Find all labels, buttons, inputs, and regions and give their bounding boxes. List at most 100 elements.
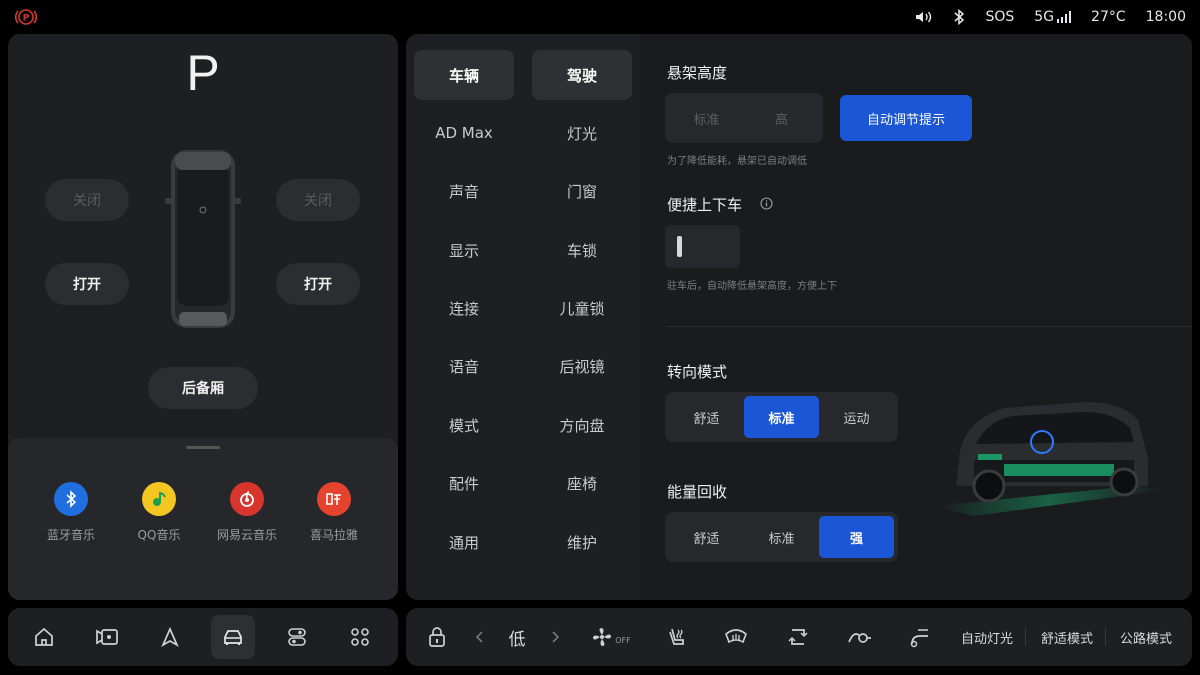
nav-item-accessories[interactable]: 配件: [414, 459, 514, 509]
steering-mode-title: 转向模式: [667, 363, 728, 381]
nav-item-steering-wheel[interactable]: 方向盘: [532, 400, 632, 450]
gear-indicator: P: [186, 45, 220, 101]
app-label: 蓝牙音乐: [46, 528, 95, 542]
media-sources: 蓝牙音乐 QQ音乐 网易云音乐 喜马拉雅: [8, 438, 398, 600]
nav-item-lights[interactable]: 灯光: [532, 108, 632, 158]
nav-item-voice[interactable]: 语音: [414, 342, 514, 392]
ximalaya-icon: [317, 482, 351, 516]
seat-heating-icon[interactable]: [664, 608, 690, 666]
svg-text:P: P: [23, 14, 30, 24]
steering-heat-icon[interactable]: [844, 608, 874, 666]
settings-panel: 车辆 AD Max 声音 显示 连接 语音 模式 配件 通用 驾驶 灯光 门窗 …: [406, 34, 1192, 600]
regen-option-comfort[interactable]: 舒适: [669, 516, 744, 558]
status-bar: P SOS 5G 27°C 18:00: [0, 0, 1200, 34]
nav-item-general[interactable]: 通用: [414, 517, 514, 567]
suspension-title: 悬架高度: [667, 64, 728, 82]
nav-item-mode[interactable]: 模式: [414, 400, 514, 450]
section-divider: [665, 326, 1192, 327]
steering-option-comfort[interactable]: 舒适: [669, 396, 744, 438]
bottom-dock: [8, 608, 398, 666]
climate-controls-bar: 低 OFF 自动灯光 舒适模式 公路模式: [406, 608, 1192, 666]
app-label: 喜马拉雅: [309, 528, 358, 542]
nav-item-doors-windows[interactable]: 门窗: [532, 167, 632, 217]
network-label: 5G: [1034, 9, 1055, 25]
bluetooth-icon: [54, 482, 88, 516]
suspension-option-standard[interactable]: 标准: [669, 97, 744, 139]
apps-grid-icon[interactable]: [338, 615, 382, 659]
easy-entry-toggle[interactable]: [665, 225, 740, 268]
left-upper-close-button[interactable]: 关闭: [45, 179, 129, 221]
road-mode-button[interactable]: 公路模式: [1115, 608, 1177, 666]
nav-item-locks[interactable]: 车锁: [532, 225, 632, 275]
separator: [1105, 628, 1106, 646]
nav-item-sound[interactable]: 声音: [414, 167, 514, 217]
drawer-handle[interactable]: [186, 446, 220, 449]
regen-option-strong[interactable]: 强: [819, 516, 894, 558]
qq-music-icon: [142, 482, 176, 516]
app-label: QQ音乐: [137, 528, 181, 542]
suspension-hint: 为了降低能耗，悬架已自动调低: [667, 156, 807, 167]
volume-icon[interactable]: [915, 10, 933, 24]
app-label: 网易云音乐: [216, 528, 277, 542]
temperature: 27°C: [1091, 9, 1126, 25]
fan-increase-chevron-right-icon[interactable]: [547, 608, 563, 666]
right-open-button[interactable]: 打开: [276, 263, 360, 305]
ximalaya-app[interactable]: 喜马拉雅: [289, 482, 379, 543]
easy-entry-hint: 驻车后，自动降低悬架高度，方便上下: [667, 281, 837, 292]
steering-mode-selector: 舒适 标准 运动: [665, 392, 898, 442]
trunk-button[interactable]: 后备厢: [148, 367, 258, 409]
recirculation-icon[interactable]: [784, 608, 812, 666]
settings-nav-primary: 车辆 AD Max 声音 显示 连接 语音 模式 配件 通用: [414, 50, 514, 576]
camera-icon[interactable]: [85, 615, 129, 659]
energy-recovery-title: 能量回收: [667, 483, 728, 501]
steering-option-sport[interactable]: 运动: [819, 396, 894, 438]
fan-decrease-chevron-left-icon[interactable]: [472, 608, 488, 666]
lock-icon[interactable]: [424, 608, 450, 666]
left-open-button[interactable]: 打开: [45, 263, 129, 305]
nav-item-driving[interactable]: 驾驶: [532, 50, 632, 100]
nav-item-vehicle[interactable]: 车辆: [414, 50, 514, 100]
comfort-mode-button[interactable]: 舒适模式: [1036, 608, 1098, 666]
car-top-view-icon: [165, 150, 241, 328]
bluetooth-icon[interactable]: [953, 9, 965, 25]
netease-music-app[interactable]: 网易云音乐: [202, 482, 292, 543]
parking-brake-icon: P: [15, 9, 37, 25]
nav-item-mirrors[interactable]: 后视镜: [532, 342, 632, 392]
toggle-knob: [677, 236, 682, 257]
nav-item-connect[interactable]: 连接: [414, 284, 514, 334]
signal-icon: [1057, 11, 1072, 23]
right-upper-close-button[interactable]: 关闭: [276, 179, 360, 221]
suspension-option-high[interactable]: 高: [744, 97, 819, 139]
nav-item-maintenance[interactable]: 维护: [532, 517, 632, 567]
clock: 18:00: [1145, 9, 1186, 25]
easy-entry-title: 便捷上下车: [667, 196, 743, 214]
separator: [1025, 628, 1026, 646]
front-defrost-icon[interactable]: [722, 608, 750, 666]
vehicle-illustration: [934, 402, 1166, 516]
wiper-icon[interactable]: [905, 608, 935, 666]
suspension-height-selector: 标准 高: [665, 93, 823, 143]
network-indicator: 5G: [1034, 9, 1072, 25]
steering-option-standard[interactable]: 标准: [744, 396, 819, 438]
regen-option-standard[interactable]: 标准: [744, 516, 819, 558]
energy-recovery-selector: 舒适 标准 强: [665, 512, 898, 562]
vehicle-panel: P 关闭 关闭 打开 打开 后备厢 蓝牙音乐 QQ音乐 网易云音乐 喜马拉雅: [8, 34, 398, 600]
info-icon[interactable]: [760, 197, 773, 210]
nav-item-seats[interactable]: 座椅: [532, 459, 632, 509]
bluetooth-music-app[interactable]: 蓝牙音乐: [26, 482, 116, 543]
toggle-icon[interactable]: [275, 615, 319, 659]
navigation-icon[interactable]: [148, 615, 192, 659]
nav-item-ad-max[interactable]: AD Max: [414, 108, 514, 158]
car-icon[interactable]: [211, 615, 255, 659]
fan-icon: [593, 628, 612, 646]
fan-off-button[interactable]: OFF: [586, 608, 636, 666]
netease-music-icon: [230, 482, 264, 516]
sos-button[interactable]: SOS: [985, 9, 1014, 25]
nav-item-child-lock[interactable]: 儿童锁: [532, 284, 632, 334]
qq-music-app[interactable]: QQ音乐: [114, 482, 204, 543]
fan-level-label: 低: [508, 629, 526, 650]
home-icon[interactable]: [22, 615, 66, 659]
nav-item-display[interactable]: 显示: [414, 225, 514, 275]
auto-adjust-hint-button[interactable]: 自动调节提示: [840, 95, 972, 141]
auto-lights-button[interactable]: 自动灯光: [956, 608, 1018, 666]
